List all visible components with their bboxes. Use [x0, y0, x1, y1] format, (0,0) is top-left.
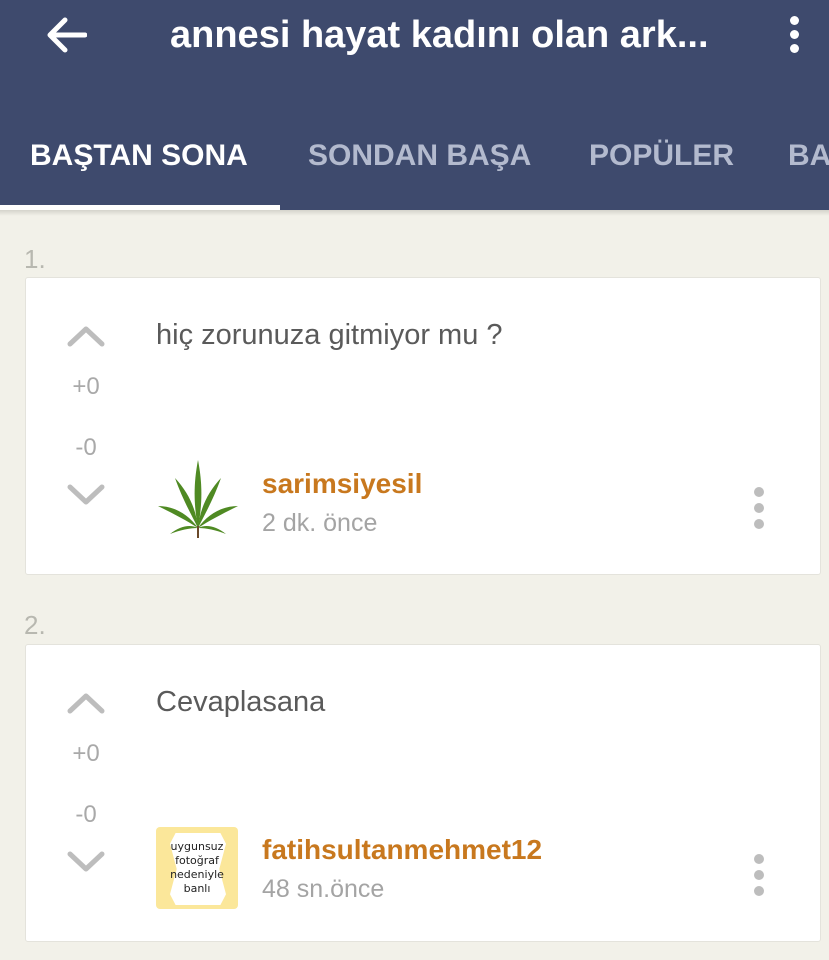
entry-text: Cevaplasana — [156, 686, 326, 718]
entry-card: +0 -0 Cevaplasana uygunsuz fotoğraf nede… — [25, 644, 821, 942]
more-vertical-icon — [789, 15, 799, 25]
app-bar-shadow — [0, 210, 829, 216]
downvote-count: -0 — [75, 801, 97, 828]
more-vertical-icon — [754, 487, 764, 497]
more-vertical-icon — [754, 854, 764, 864]
tab-sondan-basa[interactable]: SONDAN BAŞA — [308, 134, 531, 178]
entry-more-button[interactable] — [744, 484, 774, 532]
cannabis-leaf-icon — [158, 460, 238, 538]
author-name[interactable]: fatihsultanmehmet12 — [262, 833, 542, 867]
entry-number: 2. — [24, 610, 46, 640]
tab-ba[interactable]: BA — [788, 134, 829, 178]
chevron-up-icon — [67, 326, 105, 347]
tab-bastan-sona[interactable]: BAŞTAN SONA — [30, 134, 248, 178]
entry-number: 1. — [24, 244, 46, 274]
tab-populer[interactable]: POPÜLER — [589, 134, 734, 178]
upvote-button[interactable] — [66, 687, 106, 717]
upvote-count: +0 — [72, 373, 100, 400]
entry-time[interactable]: 2 dk. önce — [262, 508, 377, 538]
downvote-button[interactable] — [66, 481, 106, 511]
chevron-down-icon — [67, 851, 105, 872]
upvote-count: +0 — [72, 740, 100, 767]
upvote-button[interactable] — [66, 320, 106, 350]
entry-time[interactable]: 48 sn.önce — [262, 874, 384, 904]
chevron-down-icon — [67, 484, 105, 505]
back-button[interactable] — [40, 14, 92, 56]
arrow-left-icon — [47, 17, 87, 53]
banned-avatar: uygunsuz fotoğraf nedeniyle banlı — [156, 827, 238, 909]
entry-more-button[interactable] — [744, 851, 774, 899]
entry-text: hiç zorunuza gitmiyor mu ? — [156, 319, 503, 351]
author-name[interactable]: sarimsiyesil — [262, 467, 422, 501]
downvote-button[interactable] — [66, 848, 106, 878]
author-avatar[interactable] — [156, 456, 240, 540]
page-title: annesi hayat kadını olan ark... — [170, 14, 709, 56]
app-bar: annesi hayat kadını olan ark... BAŞTAN S… — [0, 0, 829, 210]
entry-card: +0 -0 hiç zorunuza gitmiyor mu ? sarimsi… — [25, 277, 821, 575]
banned-avatar-text: uygunsuz fotoğraf nedeniyle banlı — [170, 840, 224, 895]
downvote-count: -0 — [75, 434, 97, 461]
overflow-menu-button[interactable] — [778, 10, 810, 58]
author-avatar[interactable]: uygunsuz fotoğraf nedeniyle banlı — [156, 827, 238, 909]
chevron-up-icon — [67, 693, 105, 714]
